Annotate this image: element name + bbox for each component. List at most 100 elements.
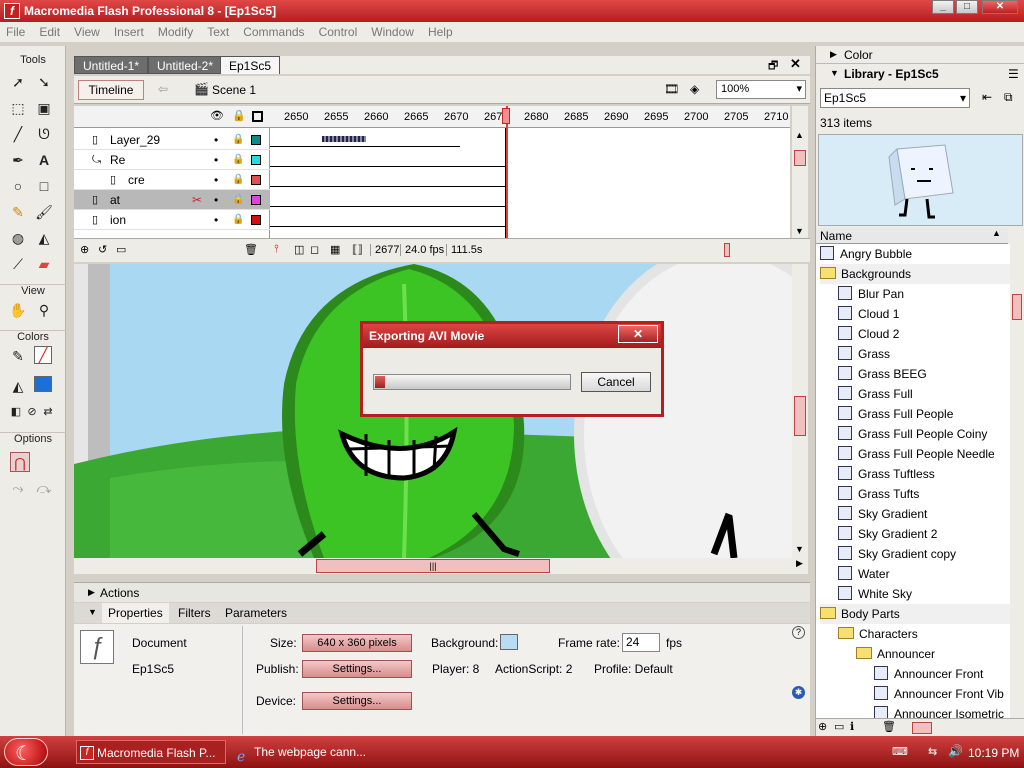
library-item[interactable]: Blur Pan	[838, 284, 1010, 304]
zoom-tool-icon[interactable]: ⚲	[34, 300, 54, 320]
library-item[interactable]: Grass Tuftless	[838, 464, 1010, 484]
pin-library-icon[interactable]: ⇤	[982, 90, 992, 104]
library-hscroll-thumb[interactable]	[912, 722, 932, 734]
selection-tool-icon[interactable]: ➚	[8, 72, 28, 92]
visibility-dot[interactable]: •	[214, 210, 218, 230]
brush-tool-icon[interactable]: 🖌	[34, 202, 54, 222]
library-item[interactable]: Grass Full People	[838, 404, 1010, 424]
tab-parameters[interactable]: Parameters	[225, 606, 287, 620]
menu-edit[interactable]: Edit	[33, 22, 66, 42]
library-item[interactable]: Water	[838, 564, 1010, 584]
library-item[interactable]: Announcer Front	[874, 664, 1010, 684]
library-name-column[interactable]: Name ▲	[816, 228, 1008, 244]
library-item[interactable]: Announcer Isometric	[874, 704, 1010, 718]
menu-commands[interactable]: Commands	[237, 22, 310, 42]
library-item[interactable]: Sky Gradient copy	[838, 544, 1010, 564]
delete-item-icon[interactable]: 🗑	[882, 720, 896, 733]
library-item[interactable]: Sky Gradient 2	[838, 524, 1010, 544]
back-arrow-icon[interactable]: ⇦	[158, 82, 168, 96]
stage-hscroll[interactable]: ||| ▶	[74, 558, 808, 574]
text-tool-icon[interactable]: A	[34, 150, 54, 170]
library-vscroll[interactable]	[1010, 244, 1024, 718]
new-folder-icon[interactable]: ▭	[834, 720, 844, 733]
library-item[interactable]: Cloud 1	[838, 304, 1010, 324]
library-item[interactable]: Grass BEEG	[838, 364, 1010, 384]
frame-rate-input[interactable]: 24	[622, 633, 660, 652]
menu-text[interactable]: Text	[201, 22, 235, 42]
publish-settings-button[interactable]: Settings...	[302, 660, 412, 678]
layer-color-swatch[interactable]	[251, 215, 261, 225]
timeline-hscroll-thumb[interactable]	[724, 243, 730, 257]
ink-bottle-tool-icon[interactable]: ◍	[8, 228, 28, 248]
scroll-right-icon[interactable]: ▶	[796, 558, 803, 569]
color-panel-header[interactable]: ▶ Color	[816, 46, 1024, 64]
zoom-select[interactable]: 100% ▾	[716, 80, 806, 99]
outline-icon[interactable]	[252, 111, 263, 122]
lock-icon[interactable]: 🔒	[232, 190, 244, 210]
hand-tool-icon[interactable]: ✋	[8, 300, 28, 320]
clock[interactable]: 10:19 PM	[968, 746, 1019, 760]
maximize-button[interactable]: □	[956, 0, 978, 14]
scroll-down-icon[interactable]: ▼	[795, 226, 804, 236]
restore-doc-icon[interactable]: 🗗	[768, 57, 778, 76]
menu-control[interactable]: Control	[313, 22, 364, 42]
rectangle-tool-icon[interactable]: □	[34, 176, 54, 196]
layer-color-swatch[interactable]	[251, 175, 261, 185]
layer-row[interactable]: ▯ Layer_29 • 🔒	[74, 130, 270, 150]
menu-file[interactable]: File	[0, 22, 31, 42]
tab-properties[interactable]: Properties	[102, 603, 169, 623]
stage-vscroll[interactable]: ▼	[792, 264, 808, 558]
menu-view[interactable]: View	[68, 22, 106, 42]
menu-modify[interactable]: Modify	[152, 22, 199, 42]
library-item[interactable]: Grass Full People Coiny	[838, 424, 1010, 444]
collapse-arrow-icon[interactable]: ▼	[88, 607, 97, 617]
library-item[interactable]: Announcer Front Vib	[874, 684, 1010, 704]
onion-skin-icon[interactable]: ◫	[294, 243, 304, 256]
close-button[interactable]: ✕	[982, 0, 1018, 14]
library-item[interactable]: Sky Gradient	[838, 504, 1010, 524]
visibility-dot[interactable]: •	[214, 170, 218, 190]
library-item[interactable]: Characters	[838, 624, 1010, 644]
dialog-close-button[interactable]: ✕	[618, 325, 658, 343]
new-library-panel-icon[interactable]: ⧉	[1004, 90, 1013, 105]
line-tool-icon[interactable]: ╱	[8, 124, 28, 144]
library-item[interactable]: Angry Bubble	[820, 244, 1010, 264]
actions-panel-header[interactable]: ▶ Actions	[74, 582, 810, 602]
visibility-dot[interactable]: •	[214, 190, 218, 210]
lock-icon[interactable]: 🔒	[232, 210, 244, 230]
layer-row[interactable]: ▯ at ✂ • 🔒	[74, 190, 270, 210]
fill-transform-tool-icon[interactable]: ▣	[34, 98, 54, 118]
library-item[interactable]: Grass Full	[838, 384, 1010, 404]
layer-color-swatch[interactable]	[251, 135, 261, 145]
insert-layer-icon[interactable]: ⊕	[80, 243, 89, 256]
task-flash[interactable]: f Macromedia Flash P...	[76, 740, 226, 764]
minimize-button[interactable]: _	[932, 0, 954, 14]
library-item[interactable]: Cloud 2	[838, 324, 1010, 344]
scroll-down-icon[interactable]: ▼	[795, 544, 804, 554]
lock-icon[interactable]: 🔒	[232, 130, 244, 150]
new-symbol-icon[interactable]: ⊕	[818, 720, 827, 733]
stage-hscroll-thumb[interactable]: |||	[316, 559, 550, 573]
library-item[interactable]: Backgrounds	[820, 264, 1010, 284]
smooth-icon[interactable]: ⤳	[8, 478, 28, 498]
visibility-dot[interactable]: •	[214, 130, 218, 150]
tab-filters[interactable]: Filters	[178, 606, 211, 620]
fill-color-icon[interactable]: ◭	[8, 376, 28, 396]
edit-multiple-icon[interactable]: ▦	[330, 243, 340, 256]
size-button[interactable]: 640 x 360 pixels	[302, 634, 412, 652]
library-item[interactable]: Body Parts	[820, 604, 1010, 624]
onion-outline-icon[interactable]: ◻	[310, 243, 319, 256]
library-item[interactable]: Grass	[838, 344, 1010, 364]
start-button[interactable]: ☾	[4, 738, 48, 766]
scroll-up-icon[interactable]: ▲	[795, 130, 804, 140]
library-item[interactable]: Grass Tufts	[838, 484, 1010, 504]
tab-untitled-2[interactable]: Untitled-2*	[148, 56, 223, 74]
tab-ep1sc5[interactable]: Ep1Sc5	[220, 56, 281, 74]
snap-magnet-icon[interactable]: ⋂	[10, 452, 30, 472]
edit-symbols-icon[interactable]: ◈	[690, 82, 699, 96]
stroke-color-icon[interactable]: ✎	[8, 346, 28, 366]
modify-markers-icon[interactable]: ⟦⟧	[352, 243, 363, 256]
library-panel-header[interactable]: ▼ Library - Ep1Sc5 ☰	[816, 65, 1024, 83]
close-doc-icon[interactable]: ✕	[790, 56, 801, 72]
straighten-icon[interactable]: ⤼	[34, 478, 54, 498]
